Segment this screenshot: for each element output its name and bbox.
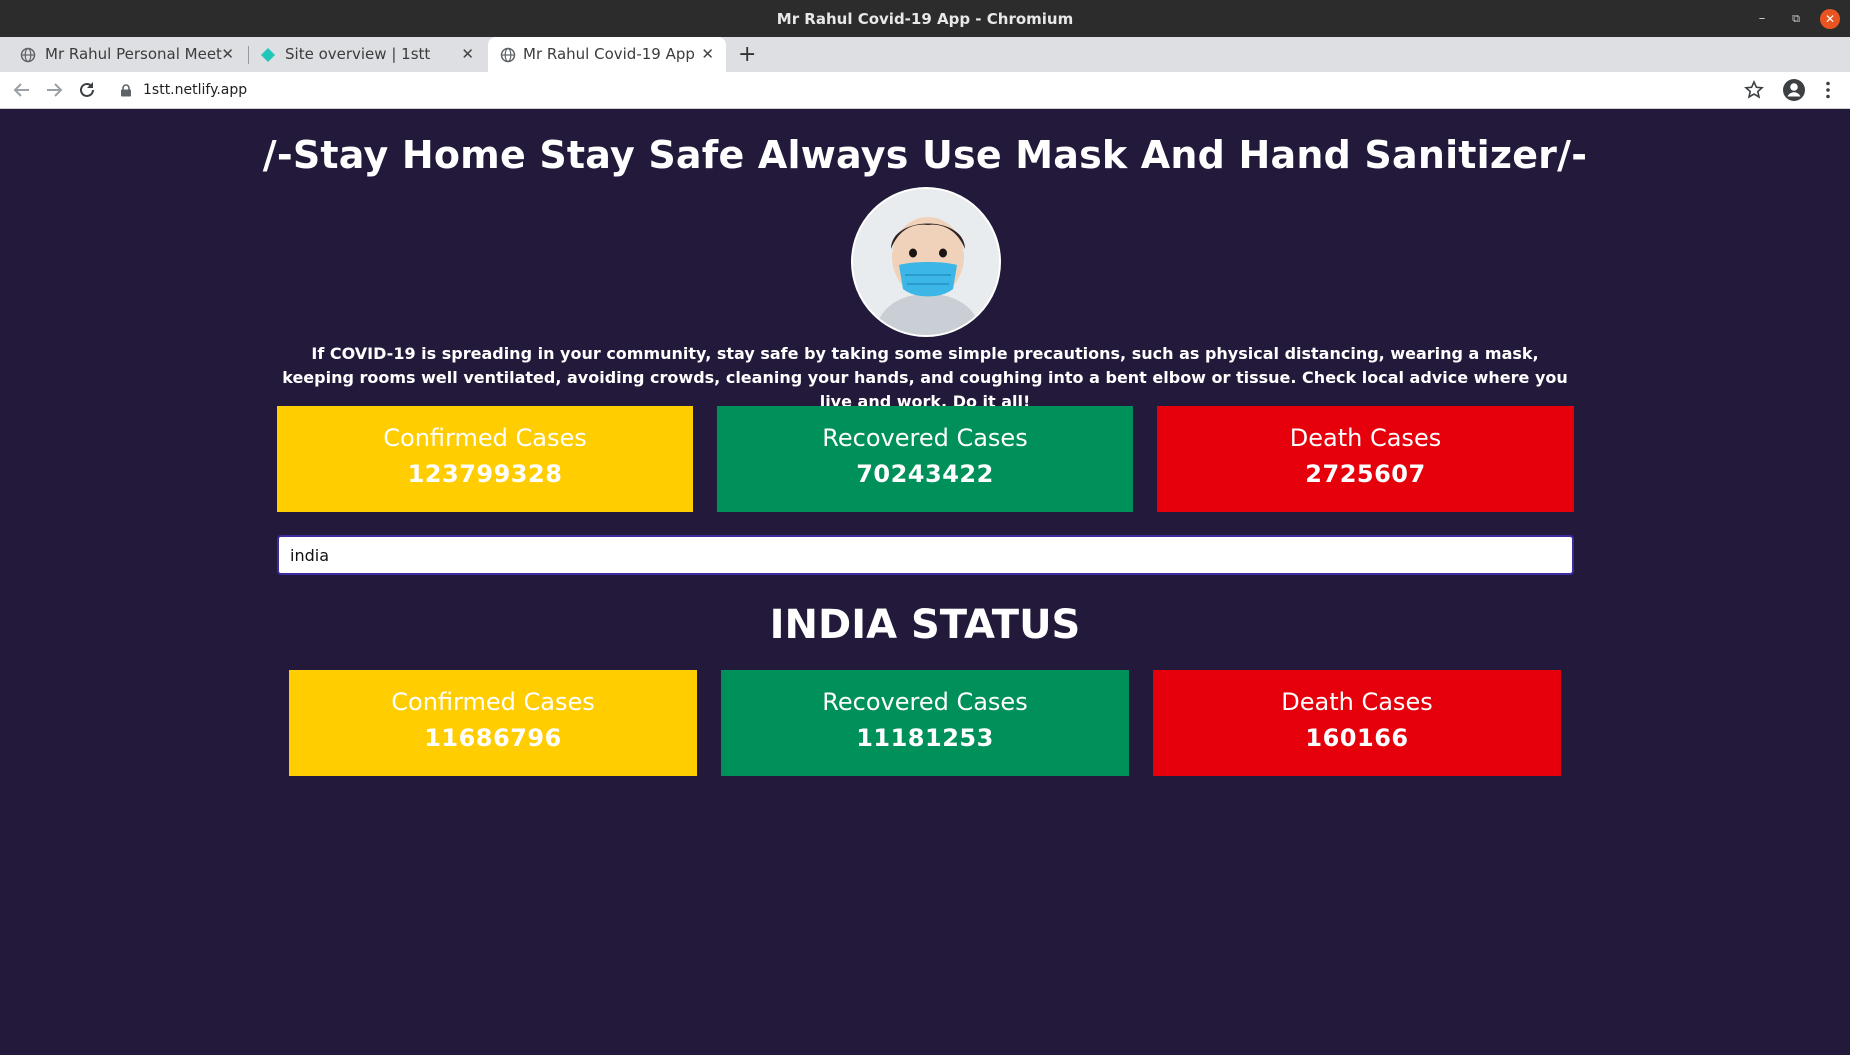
url-field[interactable]: 1stt.netlify.app: [143, 72, 247, 109]
card-value: 11686796: [424, 724, 562, 752]
page-content: /-Stay Home Stay Safe Always Use Mask An…: [1, 109, 1849, 1054]
close-tab-icon[interactable]: ✕: [461, 37, 474, 72]
card-label: Death Cases: [1289, 424, 1442, 452]
global-death-card: Death Cases 2725607: [1157, 406, 1574, 512]
card-label: Confirmed Cases: [383, 424, 587, 452]
window-title: Mr Rahul Covid-19 App - Chromium: [776, 10, 1074, 28]
country-status-title: INDIA STATUS: [769, 602, 1081, 648]
close-window-button[interactable]: ✕: [1820, 9, 1840, 29]
country-death-card: Death Cases 160166: [1153, 670, 1561, 776]
country-confirmed-card: Confirmed Cases 11686796: [289, 670, 697, 776]
global-confirmed-card: Confirmed Cases 123799328: [277, 406, 693, 512]
globe-icon: [500, 47, 516, 63]
netlify-diamond-icon: [261, 48, 275, 62]
new-tab-button[interactable]: +: [738, 37, 756, 72]
tab-site-overview[interactable]: Site overview | 1stt ✕: [250, 37, 486, 72]
tab-label: Mr Rahul Covid-19 App: [523, 45, 695, 63]
card-value: 2725607: [1305, 460, 1426, 488]
masked-child-image: [851, 187, 1001, 337]
safety-advice-text: If COVID-19 is spreading in your communi…: [282, 344, 1568, 411]
tab-label: Mr Rahul Personal Meet: [45, 45, 222, 63]
maximize-button[interactable]: ⧉: [1786, 9, 1806, 29]
card-value: 11181253: [856, 724, 994, 752]
card-value: 70243422: [856, 460, 994, 488]
card-label: Recovered Cases: [822, 424, 1028, 452]
account-icon[interactable]: [1782, 78, 1806, 102]
minimize-button[interactable]: –: [1752, 9, 1772, 29]
close-tab-icon[interactable]: ✕: [701, 37, 714, 72]
card-label: Death Cases: [1281, 688, 1433, 716]
arrow-left-icon[interactable]: [10, 78, 34, 102]
country-recovered-card: Recovered Cases 11181253: [721, 670, 1129, 776]
star-icon[interactable]: [1742, 78, 1766, 102]
window-titlebar: Mr Rahul Covid-19 App - Chromium – ⧉ ✕: [0, 0, 1850, 37]
page-headline: /-Stay Home Stay Safe Always Use Mask An…: [262, 133, 1588, 177]
card-value: 160166: [1305, 724, 1409, 752]
global-recovered-card: Recovered Cases 70243422: [717, 406, 1133, 512]
tab-personal-meet[interactable]: Mr Rahul Personal Meet ✕: [0, 37, 246, 72]
tab-strip: Mr Rahul Personal Meet ✕ Site overview |…: [0, 37, 1850, 72]
browser-toolbar: 1stt.netlify.app: [0, 72, 1850, 109]
reload-icon[interactable]: [75, 78, 99, 102]
tab-separator: [248, 46, 249, 64]
card-value: 123799328: [407, 460, 563, 488]
globe-icon: [20, 47, 36, 63]
arrow-right-icon[interactable]: [42, 78, 66, 102]
card-label: Recovered Cases: [822, 688, 1028, 716]
close-tab-icon[interactable]: ✕: [221, 37, 234, 72]
kebab-menu-icon[interactable]: [1816, 78, 1840, 102]
card-label: Confirmed Cases: [391, 688, 595, 716]
country-search-input[interactable]: [277, 535, 1574, 575]
lock-icon[interactable]: [120, 84, 132, 97]
tab-covid-app[interactable]: Mr Rahul Covid-19 App ✕: [488, 37, 726, 72]
tab-label: Site overview | 1stt: [285, 45, 431, 63]
